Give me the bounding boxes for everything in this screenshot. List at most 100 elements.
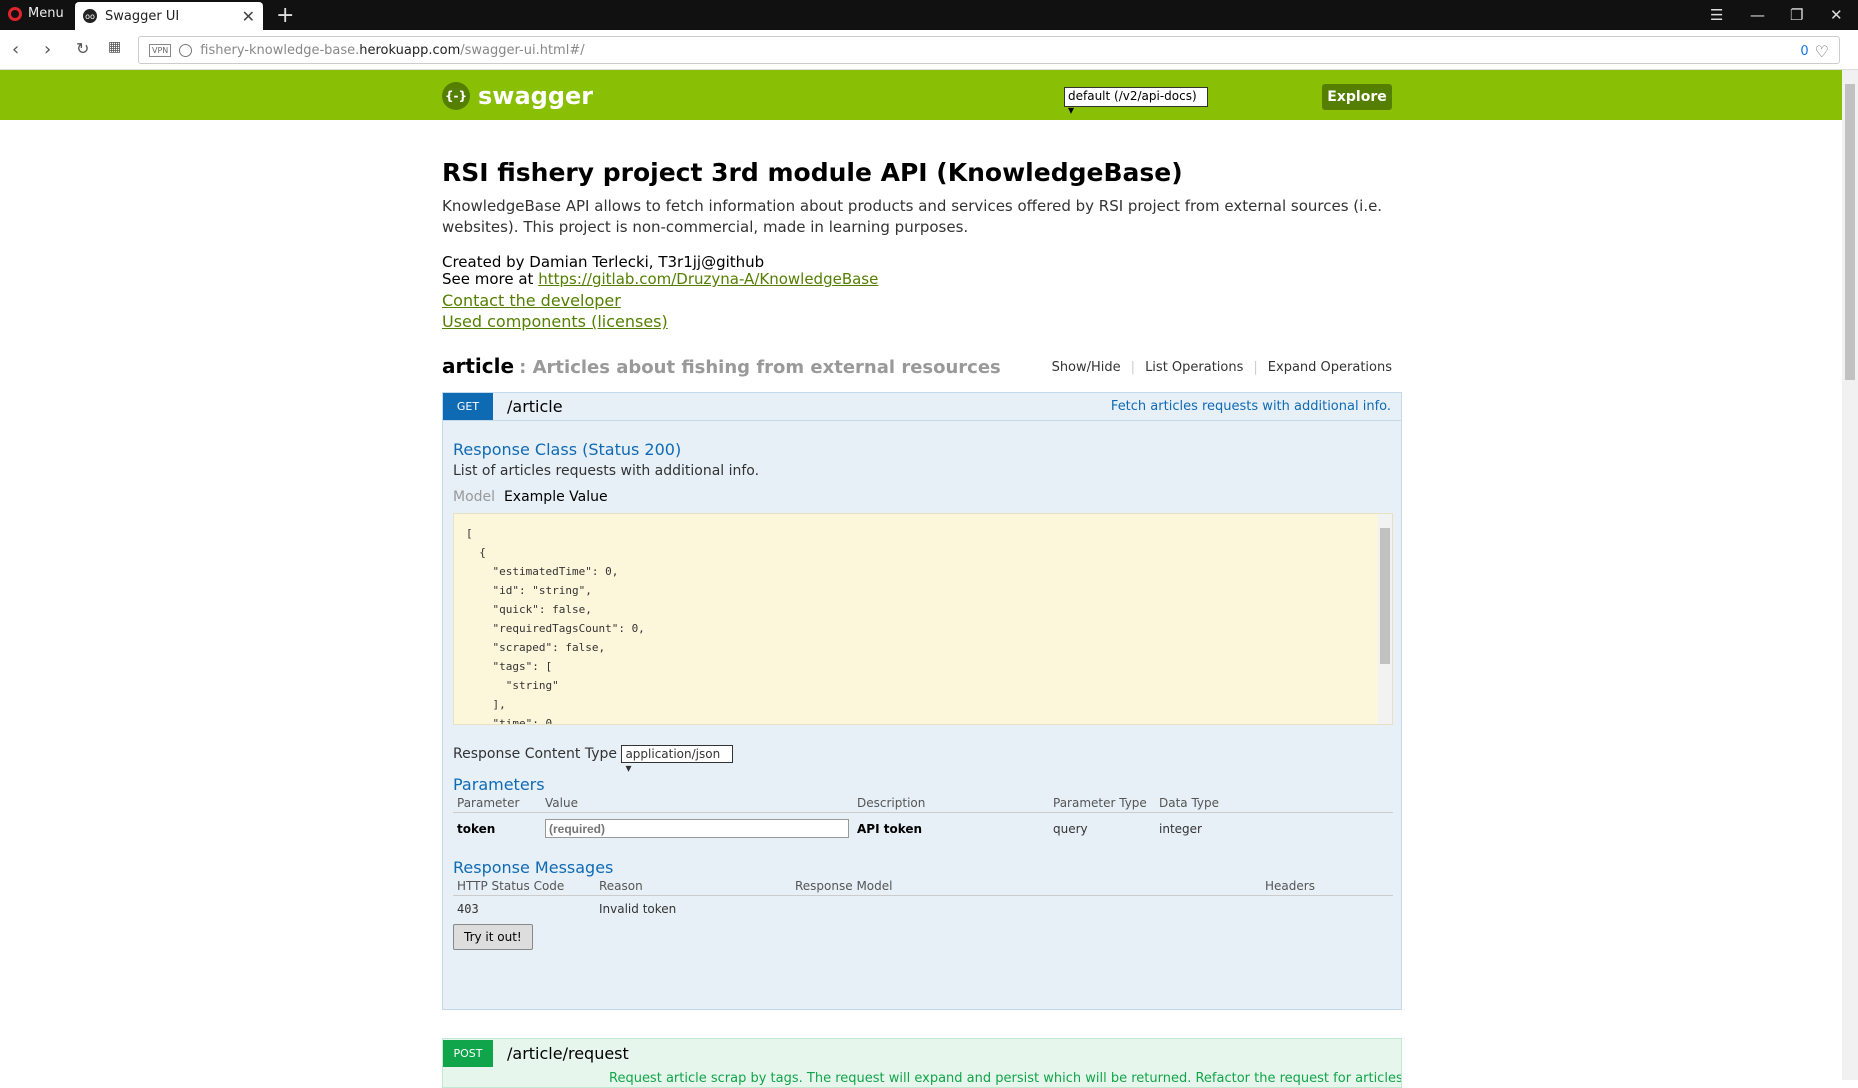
operation-summary[interactable]: Fetch articles requests with additional …: [1111, 399, 1391, 414]
used-components-link[interactable]: Used components (licenses): [442, 311, 668, 332]
minimize-icon[interactable]: —: [1750, 6, 1765, 24]
content-type-value: application/json: [625, 747, 721, 761]
try-it-out-button[interactable]: Try it out!: [453, 924, 533, 950]
address-bar: ‹ › ↻ ▦ VPN fishery-knowledge-base.herok…: [0, 30, 1858, 70]
page-scrollbar[interactable]: [1842, 70, 1858, 1080]
ops-separator: |: [1253, 360, 1258, 375]
response-messages-table: HTTP Status Code Reason Response Model H…: [453, 877, 1393, 922]
see-more: See more at https://gitlab.com/Druzyna-A…: [442, 271, 878, 288]
example-value-tab[interactable]: Example Value: [504, 489, 608, 505]
explore-button[interactable]: Explore: [1322, 84, 1392, 110]
content-type-select[interactable]: application/json ▾: [621, 745, 734, 775]
msg-header-row: HTTP Status Code Reason Response Model H…: [453, 877, 1393, 896]
window-close-icon[interactable]: ✕: [1830, 6, 1843, 24]
opera-logo-icon: [8, 6, 22, 21]
table-row: token API token query integer: [453, 813, 1393, 845]
api-contact-block: Created by Damian Terlecki, T3r1jj@githu…: [442, 254, 878, 288]
get-article-operation: GET /article Fetch articles requests wit…: [442, 392, 1402, 1010]
param-header-row: Parameter Value Description Parameter Ty…: [453, 794, 1393, 813]
token-input[interactable]: [545, 819, 849, 838]
forward-icon[interactable]: ›: [44, 39, 51, 60]
param-col-data-type: Data Type: [1155, 794, 1393, 813]
list-operations-link[interactable]: List Operations: [1145, 360, 1243, 375]
gitlab-link[interactable]: https://gitlab.com/Druzyna-A/KnowledgeBa…: [538, 270, 878, 288]
response-class-title: Response Class (Status 200): [453, 440, 682, 459]
url-text: fishery-knowledge-base.herokuapp.com/swa…: [200, 43, 584, 58]
operation-path[interactable]: /article: [507, 397, 563, 416]
code-line: "quick": false,: [466, 603, 592, 616]
msg-col-status: HTTP Status Code: [453, 877, 595, 896]
get-operation-header[interactable]: GET /article Fetch articles requests wit…: [443, 393, 1401, 421]
speed-dial-icon[interactable]: ▦: [108, 39, 121, 55]
post-operation-header[interactable]: POST /article/request: [443, 1039, 1401, 1067]
msg-col-reason: Reason: [595, 877, 791, 896]
swagger-favicon-icon: oo: [83, 9, 97, 23]
response-messages-title: Response Messages: [453, 858, 614, 877]
page-scroll-thumb[interactable]: [1845, 84, 1855, 380]
code-line: "scraped": false,: [466, 641, 606, 654]
url-path: /swagger-ui.html#/: [460, 42, 585, 58]
response-class-desc: List of articles requests with additiona…: [453, 463, 760, 479]
code-line: ],: [466, 698, 506, 711]
new-tab-icon[interactable]: +: [276, 3, 294, 28]
tab-menu-icon[interactable]: ☰: [1710, 6, 1723, 24]
post-operation-summary[interactable]: Request article scrap by tags. The reque…: [609, 1071, 1401, 1085]
browser-tab-bar: Menu oo Swagger UI ✕ + ☰ — ❐ ✕: [0, 0, 1858, 30]
operation-path[interactable]: /article/request: [507, 1044, 629, 1063]
url-right-icons: 0 ♡: [1800, 42, 1829, 61]
vpn-badge[interactable]: VPN: [149, 43, 172, 57]
example-value-code[interactable]: [ { "estimatedTime": 0, "id": "string", …: [453, 513, 1393, 725]
tab-close-icon[interactable]: ✕: [242, 7, 255, 26]
heart-icon[interactable]: ♡: [1815, 42, 1829, 61]
msg-headers: [1261, 896, 1393, 923]
code-line: "estimatedTime": 0,: [466, 565, 619, 578]
browser-tab[interactable]: oo Swagger UI ✕: [75, 2, 263, 30]
article-section-header: article : Articles about fishing from ex…: [442, 354, 1402, 380]
spec-select[interactable]: default (/v2/api-docs) ▾: [1064, 87, 1208, 117]
code-line: "string": [466, 679, 559, 692]
param-col-description: Description: [853, 794, 1049, 813]
reload-icon[interactable]: ↻: [76, 39, 89, 58]
model-tabs: Model Example Value: [453, 489, 1391, 505]
param-data-type: integer: [1159, 821, 1202, 836]
post-verb-badge[interactable]: POST: [443, 1039, 493, 1067]
param-description: API token: [857, 821, 923, 836]
see-more-prefix: See more at: [442, 270, 539, 288]
response-content-type-row: Response Content Type application/json ▾: [453, 745, 1391, 775]
model-tab[interactable]: Model: [453, 489, 495, 505]
parameters-table: Parameter Value Description Parameter Ty…: [453, 794, 1393, 844]
get-verb-badge[interactable]: GET: [443, 393, 493, 420]
show-hide-link[interactable]: Show/Hide: [1052, 360, 1121, 375]
maximize-icon[interactable]: ❐: [1790, 6, 1803, 24]
adblock-count[interactable]: 0: [1800, 44, 1808, 59]
section-name[interactable]: article: [442, 354, 514, 378]
swagger-logo[interactable]: {-} swagger: [442, 82, 593, 110]
section-ops: Show/Hide | List Operations | Expand Ope…: [1052, 360, 1392, 375]
msg-model: [791, 896, 1261, 923]
back-icon[interactable]: ‹: [12, 39, 19, 60]
section-desc: : Articles about fishing from external r…: [519, 357, 1001, 378]
code-scrollbar[interactable]: [1378, 514, 1392, 724]
code-scroll-thumb[interactable]: [1380, 528, 1390, 664]
code-line: {: [466, 546, 486, 559]
opera-menu-button[interactable]: Menu: [8, 6, 64, 21]
url-host: herokuapp.com: [359, 42, 461, 58]
msg-col-headers: Headers: [1261, 877, 1393, 896]
logo-text: swagger: [478, 82, 594, 110]
menu-label: Menu: [28, 6, 64, 21]
api-description: KnowledgeBase API allows to fetch inform…: [442, 197, 1383, 236]
swagger-header: {-} swagger default (/v2/api-docs) ▾ Exp…: [0, 70, 1842, 120]
code-lines: [ { "estimatedTime": 0, "id": "string", …: [466, 524, 1380, 725]
post-article-request-operation: POST /article/request Request article sc…: [442, 1038, 1402, 1088]
code-line: [: [466, 527, 473, 540]
code-line: "time": 0: [466, 717, 553, 725]
contact-developer-link[interactable]: Contact the developer: [442, 290, 668, 311]
url-field[interactable]: VPN fishery-knowledge-base.herokuapp.com…: [138, 36, 1840, 64]
msg-reason: Invalid token: [599, 902, 677, 916]
url-prefix: fishery-knowledge-base.: [200, 42, 360, 58]
api-title: RSI fishery project 3rd module API (Know…: [442, 158, 1183, 187]
ops-separator: |: [1130, 360, 1136, 375]
info-links: Contact the developer Used components (l…: [442, 290, 668, 332]
expand-operations-link[interactable]: Expand Operations: [1268, 360, 1392, 375]
param-col-parameter: Parameter: [453, 794, 541, 813]
